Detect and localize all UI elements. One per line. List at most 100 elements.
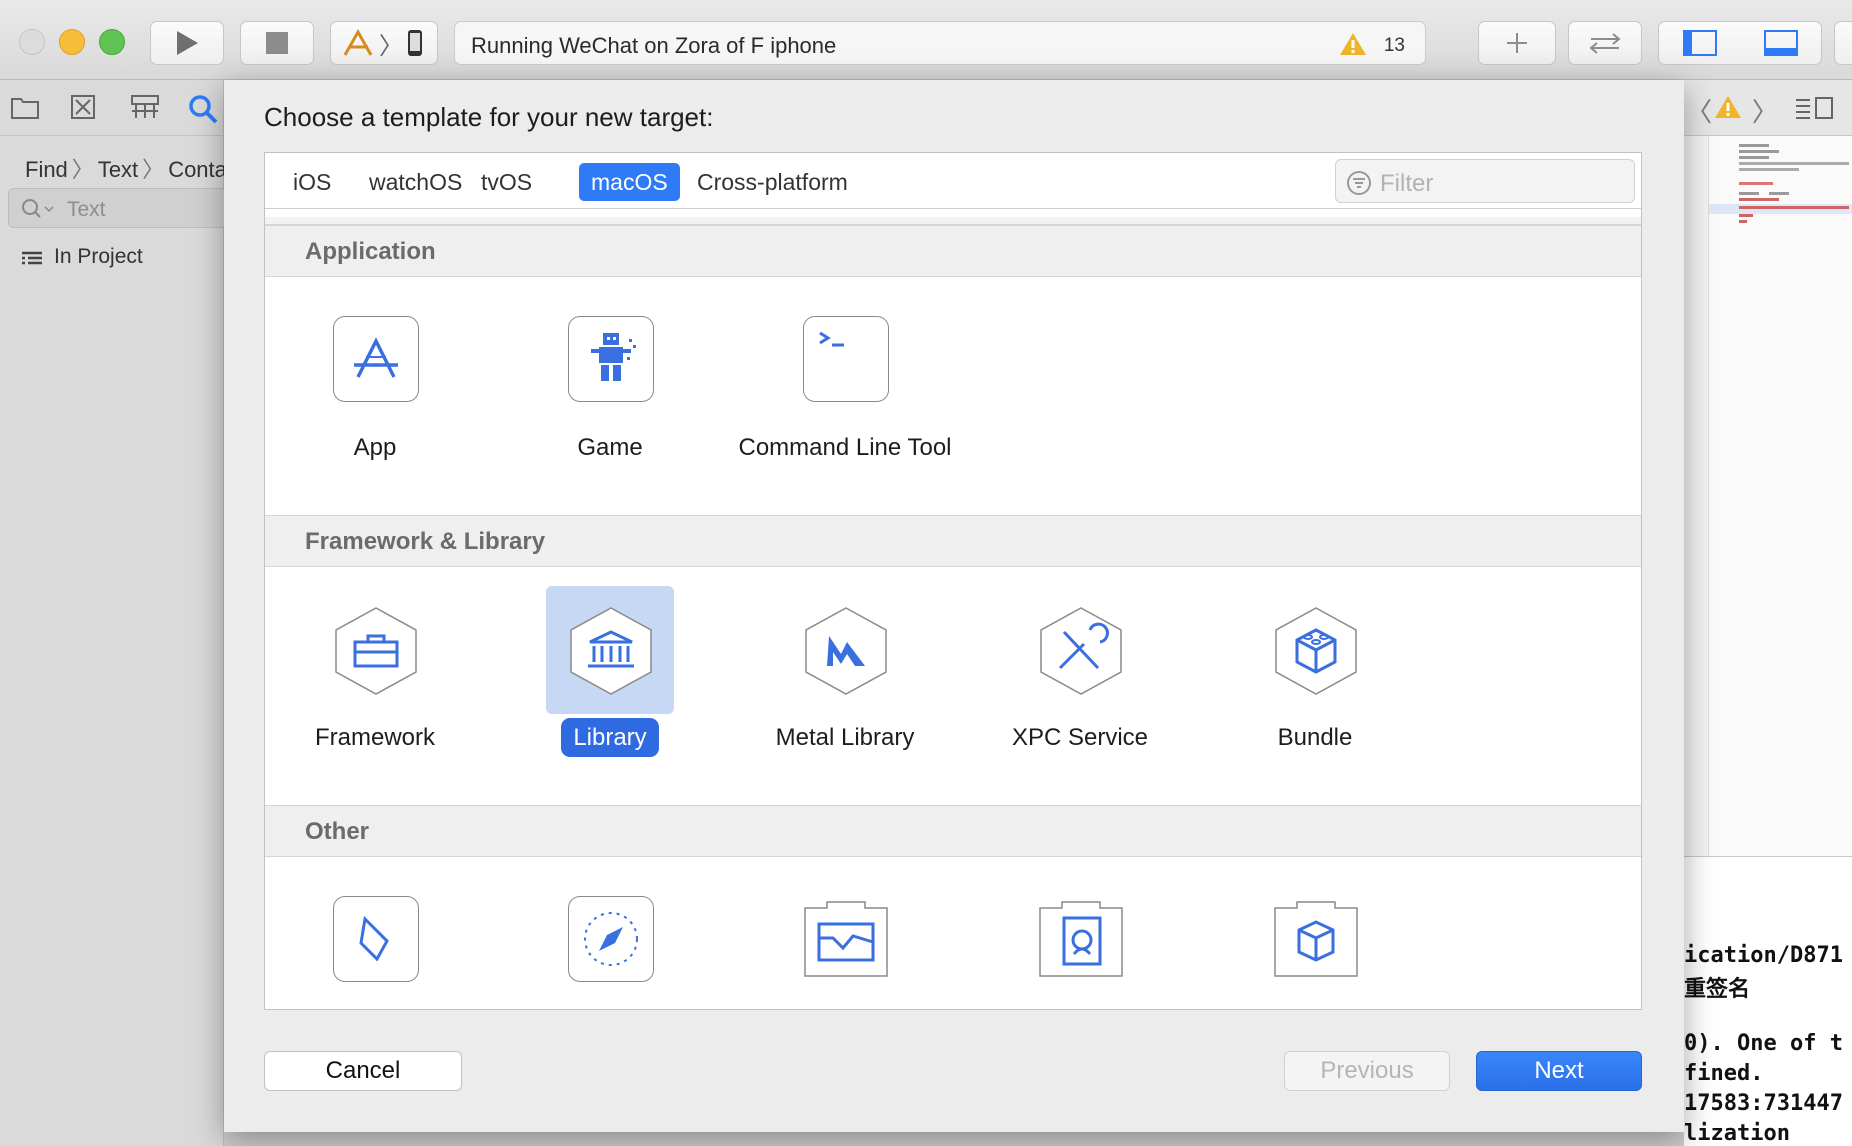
template-label: XPC Service [1011,724,1149,751]
chevron-left-icon[interactable]: 〈 [1686,92,1712,129]
search-icon [22,199,54,218]
find-navigator: Find 〉 Text 〉 Conta Text In Project [0,80,238,1146]
filter-icon [1347,171,1371,195]
library-add-button[interactable] [1478,21,1556,65]
editor-jump-bar: 〈 〉 [1684,80,1852,136]
tab-tvos[interactable]: tvOS [469,163,544,201]
lego-brick-icon [1273,896,1359,982]
wrench-screwdriver-icon [1038,606,1124,695]
code-minimap[interactable] [1708,136,1852,856]
search-scope[interactable]: In Project [54,245,143,269]
sheet-title: Choose a template for your new target: [264,102,714,132]
next-button[interactable]: Next [1476,1051,1642,1091]
swap-arrows-icon [1589,33,1621,54]
window-minimize-button[interactable] [59,29,85,55]
console-line: 0). One of t [1684,1031,1843,1056]
folder-icon[interactable] [10,94,40,120]
script-scroll-icon [333,896,419,982]
previous-section-edge [265,217,1641,225]
window-zoom-button[interactable] [99,29,125,55]
chevron-right-icon: 〉 [71,157,94,182]
section-title: Other [305,818,370,845]
template-chooser: iOS watchOS tvOS macOS Cross-platform Fi… [264,152,1642,1010]
play-icon [177,31,198,55]
section-title: Framework & Library [305,528,546,555]
tab-cross-platform[interactable]: Cross-platform [685,163,860,201]
compass-icon [568,896,654,982]
warning-icon[interactable] [1339,31,1367,57]
debug-console[interactable]: ication/D871 重签名 0). One of t fined. 175… [1684,856,1852,1146]
metal-icon [803,606,889,695]
tab-ios[interactable]: iOS [281,163,343,201]
terminal-icon [803,316,889,402]
console-line: 17583:731447 [1684,1091,1843,1116]
window-close-button[interactable] [19,29,45,55]
find-breadcrumb[interactable]: Find 〉 Text 〉 Conta [25,152,227,184]
warning-icon[interactable] [1714,94,1742,120]
find-search-placeholder: Text [67,198,106,221]
breadcrumb-text[interactable]: Text [98,157,138,182]
tab-macos[interactable]: macOS [579,163,680,201]
minimap-preview [1709,144,1852,223]
filter-placeholder: Filter [1380,170,1434,197]
template-label: Framework [314,724,435,751]
chevron-right-icon: 〉 [142,157,165,182]
console-line: ication/D871 [1684,943,1843,968]
tab-watchos[interactable]: watchOS [357,163,474,201]
console-line: lization [1684,1121,1790,1146]
plus-icon [1507,33,1527,53]
console-line: 重签名 [1684,977,1751,1002]
window-toolbar: 〉 Running WeChat on Zora of F iphone 13 [0,0,1852,80]
inspector-toggle-button[interactable] [1834,21,1852,65]
toolbox-icon [333,606,419,695]
game-sprite-icon [568,316,654,402]
template-label: Bundle [1277,724,1353,751]
navigator-tab-bar [0,80,224,136]
contact-card-icon [1038,896,1124,982]
activity-status-text: Running WeChat on Zora of F iphone [471,33,837,58]
navigator-toggle-icon[interactable] [1682,30,1717,56]
editor-bottom-strip [224,1132,1684,1146]
section-header-application: Application [265,225,1641,277]
scheme-selector[interactable]: 〉 [330,21,438,65]
stop-icon [266,32,288,54]
section-title: Application [305,238,436,265]
screensaver-icon [803,896,889,982]
breadcrumb-contains[interactable]: Conta [168,157,227,182]
iphone-device-icon [408,30,422,56]
list-scope-icon [22,251,42,265]
lego-brick-icon [1273,606,1359,695]
symbol-hierarchy-icon[interactable] [130,94,160,120]
editor-options-icon[interactable] [1794,96,1834,120]
template-label: Library [500,718,720,757]
panel-toggle-group [1658,21,1822,65]
chevron-right-icon[interactable]: 〉 [1752,92,1778,129]
run-button[interactable] [150,21,224,65]
template-label: App [353,434,397,461]
search-icon[interactable] [188,94,218,124]
source-control-icon[interactable] [70,94,96,120]
template-label: Command Line Tool [738,434,952,461]
platform-tab-bar: iOS watchOS tvOS macOS Cross-platform Fi… [265,153,1641,209]
editor-right-area: 〈 〉 ication/D871 重签名 0). One of t fined.… [1684,80,1852,1146]
previous-button[interactable]: Previous [1284,1051,1450,1091]
app-scheme-icon [343,28,373,56]
filter-field[interactable]: Filter [1335,159,1635,203]
section-header-other: Other [265,805,1641,857]
template-label: Game [577,434,643,461]
app-store-icon [333,316,419,402]
new-target-sheet: Choose a template for your new target: i… [224,80,1684,1132]
code-review-button[interactable] [1568,21,1642,65]
warning-count: 13 [1383,35,1405,56]
activity-viewer: Running WeChat on Zora of F iphone 13 [454,21,1426,65]
stop-button[interactable] [240,21,314,65]
library-building-icon [568,606,654,695]
chevron-right-icon: 〉 [379,32,403,60]
section-header-framework-library: Framework & Library [265,515,1641,567]
debug-area-toggle-icon[interactable] [1763,30,1798,56]
template-label: Metal Library [775,724,915,751]
console-line: fined. [1684,1061,1764,1086]
cancel-button[interactable]: Cancel [264,1051,462,1091]
find-search-field[interactable]: Text [8,188,238,228]
breadcrumb-find[interactable]: Find [25,157,68,182]
